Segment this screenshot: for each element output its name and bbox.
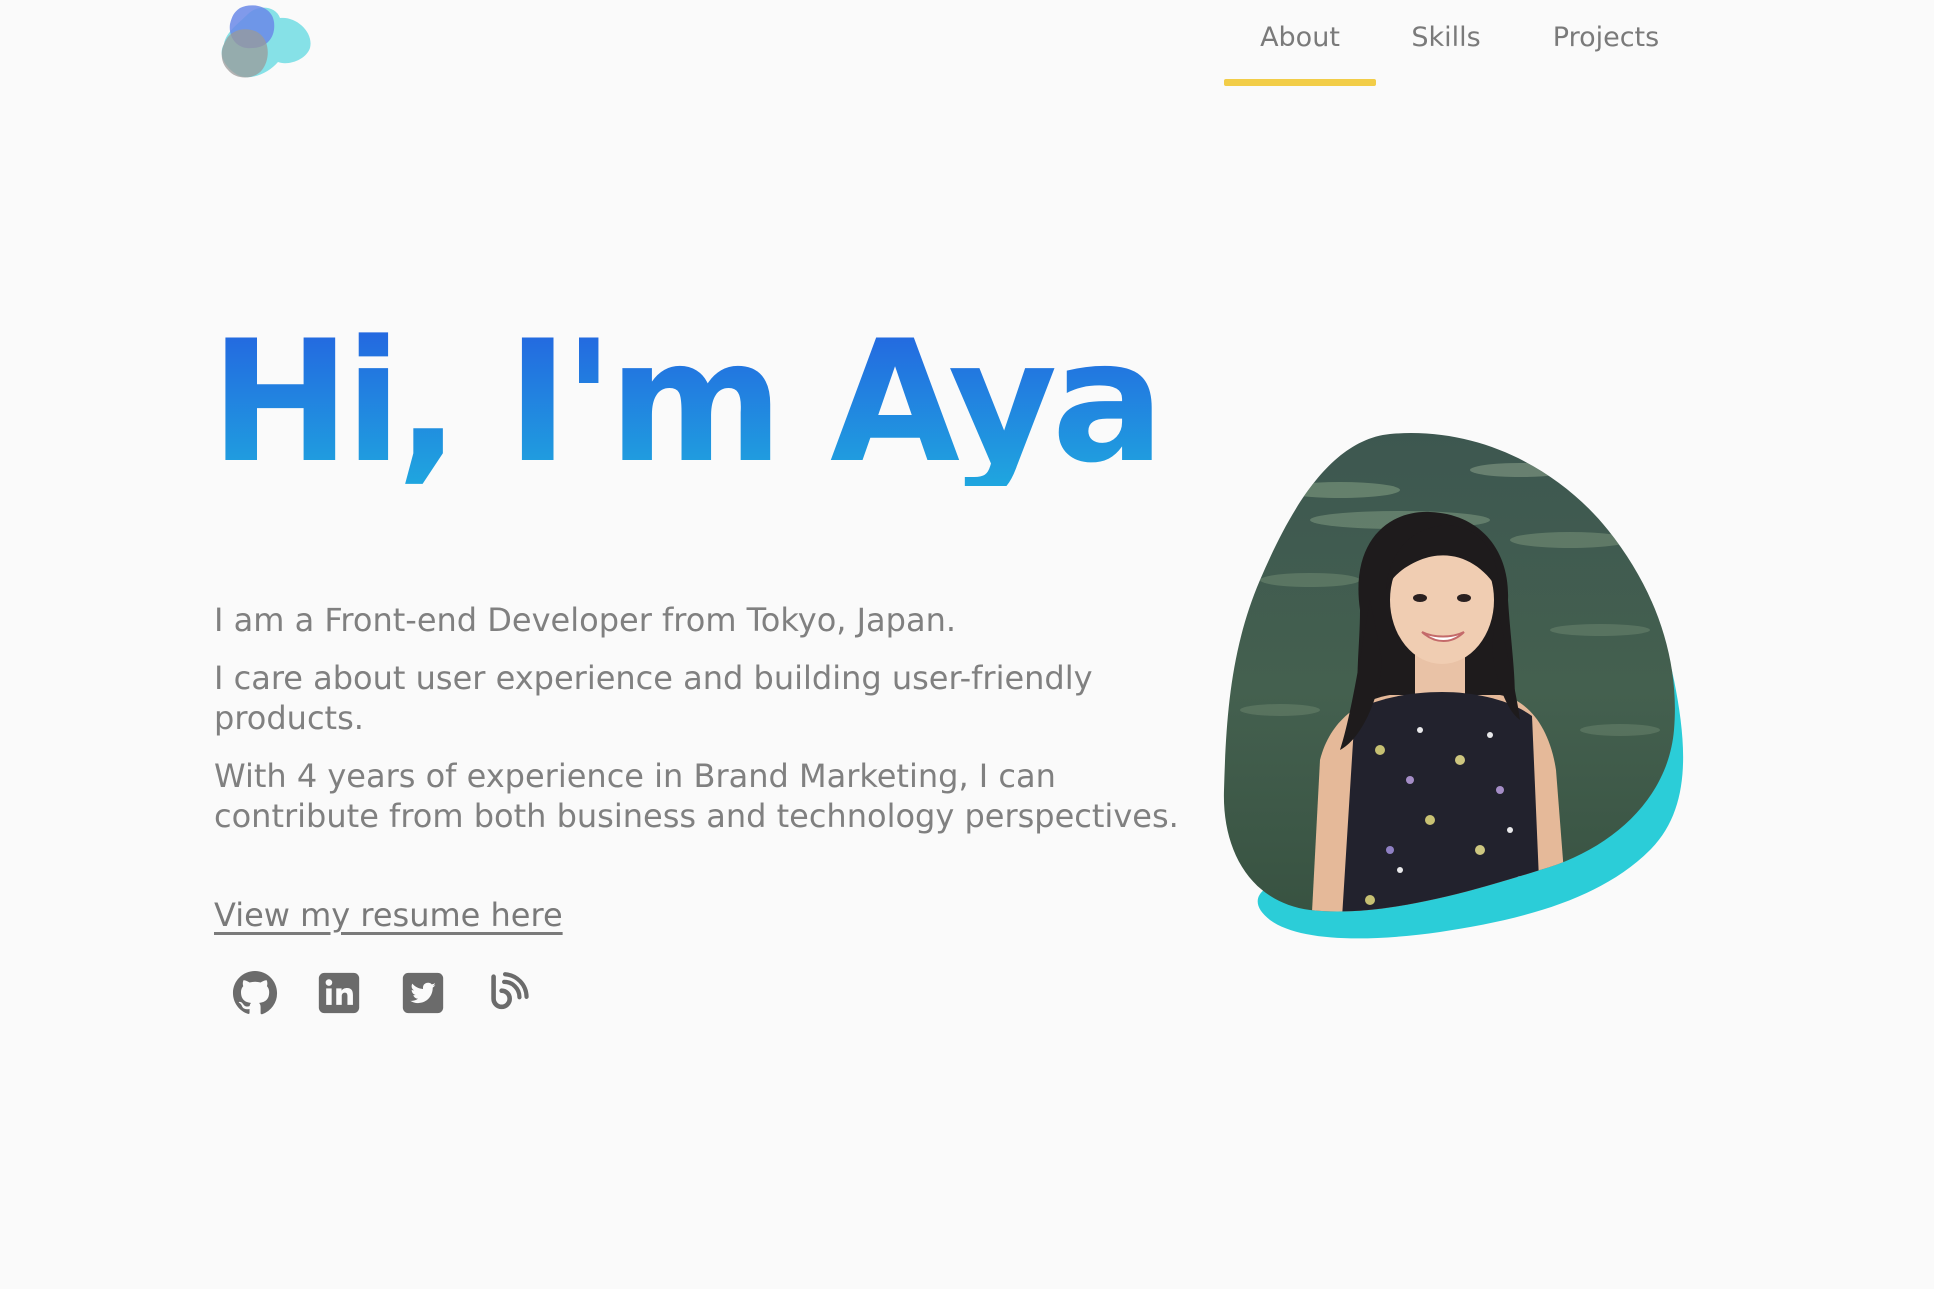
intro-paragraph-ux: I care about user experience and buildin… [214,659,1093,737]
profile-photo [1220,430,1706,950]
twitter-icon[interactable] [400,970,446,1016]
resume-link[interactable]: View my resume here [214,896,563,934]
social-links [232,970,530,1016]
main-nav: About Skills Projects [1224,0,1696,86]
nav-about-tab[interactable]: About [1224,0,1376,86]
nav-skills-tab[interactable]: Skills [1376,0,1516,86]
logo-icon[interactable] [218,4,314,80]
hero-headline: Hi, I'm Aya [210,304,1165,500]
intro-paragraph-location: I am a Front-end Developer from Tokyo, J… [214,601,957,639]
nav-projects-tab[interactable]: Projects [1516,0,1696,86]
page: About Skills Projects Hi, I'm Aya I am a… [0,0,1934,1289]
intro-paragraph-experience: With 4 years of experience in Brand Mark… [214,757,1179,835]
blog-icon[interactable] [484,970,530,1016]
github-icon[interactable] [232,970,278,1016]
linkedin-icon[interactable] [316,970,362,1016]
intro-text: I am a Front-end Developer from Tokyo, J… [214,600,1194,854]
